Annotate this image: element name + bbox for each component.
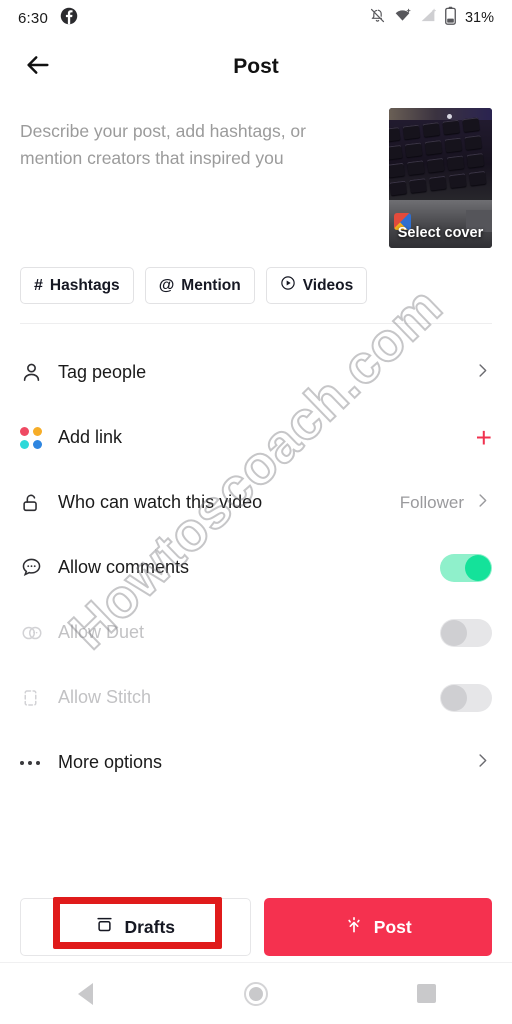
- cellular-signal-icon: [419, 7, 437, 29]
- setting-row-privacy[interactable]: Who can watch this video Follower: [0, 470, 512, 535]
- setting-label: Allow comments: [58, 557, 190, 577]
- add-link-plus-icon[interactable]: +: [476, 423, 492, 452]
- select-cover-label: Select cover: [397, 225, 484, 241]
- allow-comments-toggle[interactable]: [440, 553, 492, 582]
- setting-label: Allow Stitch: [58, 687, 152, 707]
- person-icon: [20, 361, 54, 384]
- privacy-value: Follower: [399, 492, 464, 512]
- allow-duet-toggle: [440, 618, 492, 647]
- nav-back-button[interactable]: [55, 972, 115, 1016]
- play-circle-icon: [280, 275, 296, 296]
- arrow-left-icon: [24, 51, 52, 84]
- post-button-label: Post: [373, 916, 412, 937]
- setting-row-allow-stitch: Allow Stitch: [0, 665, 512, 730]
- comment-bubble-icon: [20, 556, 54, 579]
- drafts-box-icon: [95, 915, 114, 939]
- chip-hashtags[interactable]: # Hashtags: [20, 267, 134, 304]
- duet-icon: [20, 621, 54, 645]
- hashtag-icon: #: [34, 276, 43, 294]
- chip-videos-label: Videos: [302, 276, 354, 294]
- back-button[interactable]: [16, 45, 60, 89]
- chevron-right-icon: [473, 361, 492, 385]
- allow-stitch-toggle: [440, 683, 492, 712]
- caption-section: Describe your post, add hashtags, or men…: [0, 104, 512, 249]
- setting-row-tag-people[interactable]: Tag people: [0, 340, 512, 405]
- nav-back-icon: [77, 982, 93, 1005]
- quick-insert-chips: # Hashtags @ Mention Videos: [20, 267, 368, 304]
- thumbnail-keyboard-keys: [389, 115, 492, 203]
- drafts-button[interactable]: Drafts: [20, 898, 251, 956]
- setting-label: Who can watch this video: [58, 492, 263, 512]
- app-header: Post: [0, 36, 512, 98]
- setting-row-add-link[interactable]: Add link +: [0, 405, 512, 470]
- wifi-icon: [393, 7, 412, 29]
- ellipsis-icon: [20, 760, 54, 765]
- chip-mention-label: Mention: [181, 276, 241, 294]
- nav-recents-icon: [417, 984, 437, 1003]
- thumbnail-led-dot: [447, 114, 452, 119]
- stitch-icon: [20, 687, 54, 709]
- status-bar-right: 31%: [369, 6, 494, 30]
- chevron-right-icon: [473, 491, 492, 515]
- at-mention-icon: @: [158, 276, 175, 294]
- chip-mention[interactable]: @ Mention: [144, 267, 255, 304]
- battery-percent: 31%: [464, 10, 494, 26]
- page-title: Post: [233, 55, 279, 78]
- post-settings-list: Tag people Add link + Who can watch this…: [0, 340, 512, 795]
- four-dots-icon: [20, 426, 54, 449]
- status-bar-left: 6:30: [18, 7, 78, 30]
- caption-input[interactable]: Describe your post, add hashtags, or men…: [20, 118, 350, 172]
- post-button[interactable]: Post: [263, 898, 492, 956]
- chip-videos[interactable]: Videos: [265, 267, 368, 304]
- setting-row-allow-duet: Allow Duet: [0, 600, 512, 665]
- upload-sparkle-icon: [344, 915, 364, 940]
- nav-recents-button[interactable]: [397, 972, 457, 1016]
- setting-row-allow-comments[interactable]: Allow comments: [0, 535, 512, 600]
- setting-label: Add link: [58, 427, 123, 447]
- chip-hashtags-label: Hashtags: [49, 276, 120, 294]
- unlock-icon: [20, 492, 54, 514]
- drafts-button-label: Drafts: [124, 916, 176, 937]
- setting-label: Allow Duet: [58, 622, 145, 642]
- android-nav-bar: [0, 962, 512, 1024]
- setting-label: More options: [58, 752, 163, 772]
- tiktok-post-screen: 6:30 31% Post Describe your post, add ha…: [0, 0, 512, 1024]
- bottom-action-bar: Drafts Post: [0, 898, 512, 956]
- chips-divider: [20, 323, 492, 324]
- facebook-icon: [60, 7, 78, 30]
- chevron-right-icon: [473, 751, 492, 775]
- notifications-off-icon: [369, 7, 386, 29]
- nav-home-icon: [243, 981, 268, 1006]
- status-bar: 6:30 31%: [0, 0, 512, 36]
- status-time: 6:30: [18, 9, 48, 27]
- setting-label: Tag people: [58, 362, 147, 382]
- select-cover-thumbnail[interactable]: Select cover: [389, 108, 492, 248]
- battery-icon: [444, 6, 457, 30]
- nav-home-button[interactable]: [226, 972, 286, 1016]
- setting-row-more-options[interactable]: More options: [0, 730, 512, 795]
